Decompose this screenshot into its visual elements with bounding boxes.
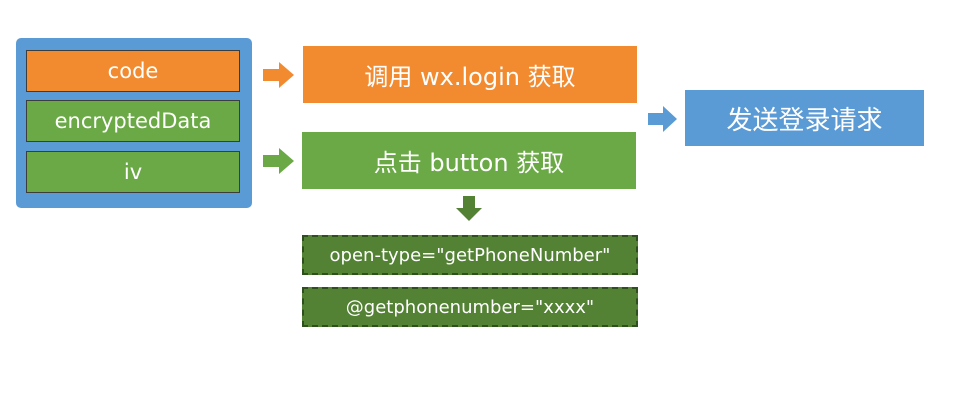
param-iv: iv <box>26 151 240 193</box>
arrow-down-icon <box>456 196 482 221</box>
param-code: code <box>26 50 240 92</box>
step-click-button: 点击 button 获取 <box>302 132 636 189</box>
step-send-login-request: 发送登录请求 <box>685 90 924 146</box>
arrow-right-icon <box>263 148 294 174</box>
step-wx-login: 调用 wx.login 获取 <box>303 46 637 103</box>
attr-open-type: open-type="getPhoneNumber" <box>302 235 638 275</box>
arrow-right-icon <box>648 106 677 132</box>
diagram-canvas: code encryptedData iv 调用 wx.login 获取 点击 … <box>0 0 968 407</box>
param-encrypted-data: encryptedData <box>26 100 240 142</box>
attr-getphonenumber: @getphonenumber="xxxx" <box>302 287 638 327</box>
params-group: code encryptedData iv <box>16 38 252 208</box>
arrow-right-icon <box>263 62 294 88</box>
